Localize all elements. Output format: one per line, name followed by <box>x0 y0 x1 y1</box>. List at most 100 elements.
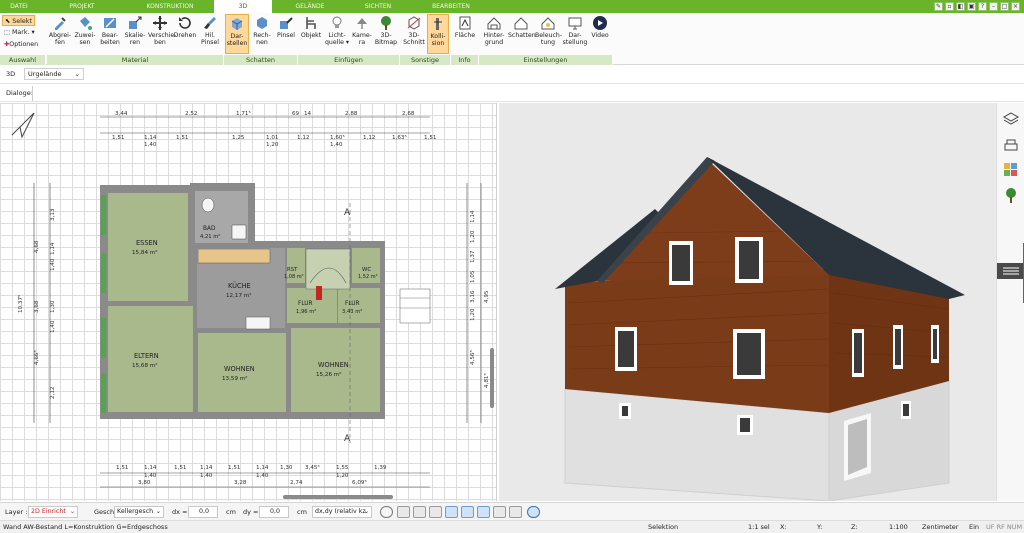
plants-icon[interactable] <box>1002 187 1020 203</box>
horizontal-scrollbar[interactable] <box>283 495 393 499</box>
snap-icon[interactable] <box>429 506 442 518</box>
table-icon[interactable] <box>493 506 506 518</box>
room-name: WOHNEN <box>318 361 349 369</box>
window-icon[interactable]: ◧ <box>956 2 965 11</box>
dim: 4,66⁵ <box>33 350 40 365</box>
line-snap-icon[interactable] <box>461 506 474 518</box>
materials-icon[interactable] <box>1002 161 1020 177</box>
divider <box>32 86 33 101</box>
rechnen-button[interactable]: Rech-nen <box>250 14 274 54</box>
terrain-select[interactable]: Urgelände ⌄ <box>24 68 84 80</box>
dim: 3,13 <box>50 208 56 221</box>
tab-3d[interactable]: 3D <box>214 0 272 13</box>
close-icon[interactable]: × <box>1011 2 1020 11</box>
selected-wall-marker <box>316 286 322 300</box>
schatten-pinsel-button[interactable]: Pinsel <box>275 14 297 54</box>
dy-input[interactable]: 0,0 <box>259 506 289 518</box>
collision-icon <box>434 18 442 30</box>
brush-icon <box>204 17 216 29</box>
help-icon[interactable]: ? <box>978 2 987 11</box>
kamera-button[interactable]: Kame-ra <box>351 14 373 54</box>
group-einstellungen: Einstellungen <box>479 55 613 65</box>
clock-icon[interactable] <box>380 506 393 518</box>
screen-icon[interactable] <box>397 506 410 518</box>
bottom-toolbar: Layer : 2D Einricht ⌄ Geschoss : Kellerge… <box>0 502 1024 520</box>
group-schatten: Schatten <box>224 55 298 65</box>
minimize-icon[interactable]: – <box>989 2 998 11</box>
room-essen[interactable] <box>108 193 188 301</box>
verschieben-button[interactable]: Verschie-ben <box>148 14 176 54</box>
dim: 1,12 <box>363 135 375 141</box>
dim: 1,51 <box>424 135 437 141</box>
geschoss-select[interactable]: Kellergesch ⌄ <box>114 506 164 518</box>
schatten-darstellen-button[interactable]: Dar-stellen <box>225 14 249 54</box>
tab-gelaende[interactable]: GELÄNDE <box>272 0 348 13</box>
grid-icon[interactable] <box>509 506 522 518</box>
mark-button[interactable]: ⬚ Mark. ▾ <box>2 27 35 38</box>
dim: 1,20 <box>470 308 476 321</box>
video-button[interactable]: Video <box>589 14 611 54</box>
print-icon[interactable] <box>413 506 426 518</box>
window-controls: ✎ ▫ ◧ ▣ ? – □ × <box>934 0 1024 13</box>
layers-icon[interactable] <box>1002 111 1020 127</box>
flaeche-button[interactable]: Fläche <box>453 14 477 54</box>
dim: 2,74 <box>290 480 303 486</box>
maximize-icon[interactable]: □ <box>1000 2 1009 11</box>
tab-bearbeiten[interactable]: BEARBEITEN <box>408 0 494 13</box>
scale-icon <box>129 16 142 29</box>
objekt-button[interactable]: Objekt <box>299 14 323 54</box>
dx-input[interactable]: 0,0 <box>188 506 218 518</box>
angle-snap-icon[interactable] <box>445 506 458 518</box>
dim: 1,71⁵ <box>236 110 251 117</box>
pin-icon[interactable]: ✎ <box>934 2 943 11</box>
select-button[interactable]: ⬉ Selekt <box>2 15 35 26</box>
more-icon[interactable] <box>546 506 550 518</box>
tab-projekt[interactable]: PROJEKT <box>38 0 126 13</box>
bearbeiten-button[interactable]: Bear-beiten <box>98 14 122 54</box>
dim: 1,40 <box>50 320 56 333</box>
hintergrund-button[interactable]: Hinter-grund <box>481 14 507 54</box>
dim: 1,63⁵ <box>392 134 407 141</box>
options-button[interactable]: ✚Optionen <box>2 39 38 50</box>
furniture-icon[interactable] <box>1002 137 1020 153</box>
north-icon[interactable] <box>527 506 540 518</box>
toilet-icon <box>201 197 215 213</box>
schatten-einstellung-button[interactable]: Schatten <box>508 14 536 54</box>
vertical-scrollbar[interactable] <box>490 348 494 408</box>
restore-icon[interactable]: ▫ <box>945 2 954 11</box>
lichtquelle-button[interactable]: Licht-quelle ▾ <box>324 14 350 54</box>
3d-view[interactable] <box>499 103 996 501</box>
zuweisen-button[interactable]: Zuwei-sen <box>73 14 97 54</box>
layer-select[interactable]: 2D Einricht ⌄ <box>28 506 78 518</box>
coordinate-mode-select[interactable]: dx,dy (relativ kz ⌄ <box>312 506 372 518</box>
ribbon: ⬉ Selekt ⬚ Mark. ▾ ✚Optionen Auswahl Abg… <box>0 13 1024 65</box>
kollision-button[interactable]: Kolli-sion <box>427 14 449 54</box>
dims-bottom-row1: 1,51 1,14 1,51 1,14 1,51 1,14 1,30 3,45⁵… <box>116 464 387 479</box>
darstellung-button[interactable]: Dar-stellung <box>562 14 588 54</box>
tab-konstruktion[interactable]: KONSTRUKTION <box>126 0 214 13</box>
plane-icon[interactable] <box>477 506 490 518</box>
panel-toggle-handle[interactable] <box>997 263 1024 279</box>
tab-sichten[interactable]: SICHTEN <box>348 0 408 13</box>
dim: 1,40 <box>256 473 269 479</box>
tab-datei[interactable]: DATEI <box>0 0 38 13</box>
3d-schnitt-button[interactable]: 3D- Schnitt <box>402 14 426 54</box>
dim: 1,30 <box>280 465 293 471</box>
room-area: 15,68 m² <box>132 362 157 369</box>
status-flags: UF RF NUM <box>986 523 1023 531</box>
group-sonstige: Sonstige <box>400 55 451 65</box>
drehen-button[interactable]: Drehen <box>173 14 197 54</box>
layout-icon[interactable]: ▣ <box>967 2 976 11</box>
abgreifen-button[interactable]: Abgrei-fen <box>48 14 72 54</box>
dim: 2,52 <box>185 111 197 117</box>
beleuchtung-button[interactable]: Beleuch-tung <box>535 14 562 54</box>
floor-plan-view[interactable]: 3,44 2,52 1,71⁵ 69 14 2,88 2,68 1,51 1,1… <box>0 103 497 501</box>
shadow-brush-icon <box>280 17 293 29</box>
skalieren-button[interactable]: Skalie-ren <box>123 14 147 54</box>
dim: 1,51 <box>112 135 125 141</box>
3d-bitmap-button[interactable]: 3D- Bitmap <box>374 14 398 54</box>
hil-pinsel-button[interactable]: Hil. Pinsel <box>198 14 222 54</box>
section-label-top: A <box>344 208 351 218</box>
dim: 1,40 <box>200 473 213 479</box>
room-wohnen-2[interactable] <box>291 328 380 412</box>
